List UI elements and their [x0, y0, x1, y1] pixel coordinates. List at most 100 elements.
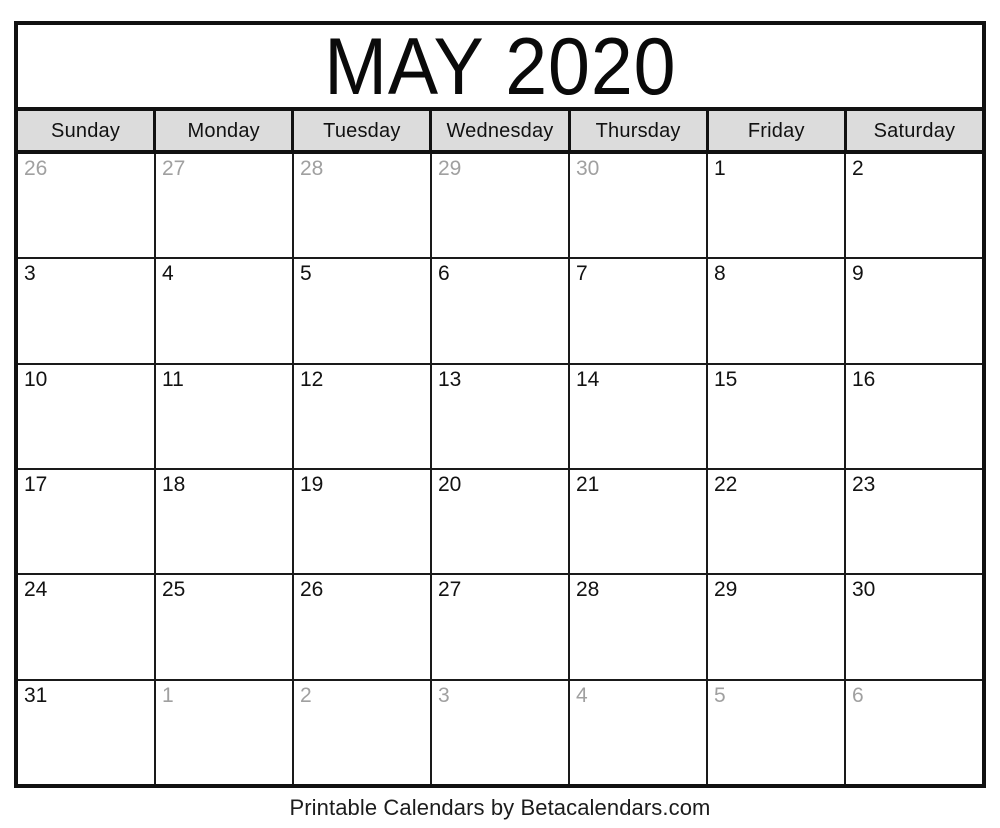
day-cell[interactable]: 25	[156, 575, 294, 679]
day-cell[interactable]: 19	[294, 469, 432, 574]
day-cell[interactable]: 4	[570, 680, 708, 784]
day-cell[interactable]: 4	[156, 259, 294, 363]
day-cell[interactable]: 17	[18, 469, 156, 574]
day-number: 12	[300, 367, 324, 391]
day-number: 9	[852, 262, 864, 286]
day-cell[interactable]: 29	[708, 575, 846, 679]
day-cell[interactable]: 13	[432, 364, 570, 468]
day-number: 22	[714, 472, 738, 496]
day-number: 20	[438, 472, 462, 496]
day-number: 5	[300, 262, 312, 286]
day-cell[interactable]: 1	[708, 154, 846, 258]
day-number: 27	[162, 157, 186, 180]
day-cell[interactable]: 22	[708, 469, 846, 574]
day-number: 14	[576, 367, 600, 391]
day-cell[interactable]: 6	[432, 259, 570, 363]
day-cell[interactable]: 6	[846, 680, 982, 784]
day-cell[interactable]: 10	[18, 364, 156, 468]
day-cell[interactable]: 28	[294, 154, 432, 258]
day-cell[interactable]: 27	[156, 154, 294, 258]
day-cell[interactable]: 20	[432, 469, 570, 574]
week-row: 17 18 19 20 21 22 23	[18, 469, 982, 576]
week-row: 10 11 12 13 14 15 16	[18, 364, 982, 470]
day-number: 29	[438, 157, 462, 180]
day-number: 8	[714, 262, 726, 286]
day-number: 6	[438, 262, 450, 286]
day-cell[interactable]: 3	[432, 680, 570, 784]
week-row: 31 1 2 3 4 5 6	[18, 680, 982, 784]
week-row: 3 4 5 6 7 8 9	[18, 259, 982, 365]
weekday-header-thursday: Thursday	[570, 111, 709, 150]
day-cell[interactable]: 29	[432, 154, 570, 258]
day-cell[interactable]: 8	[708, 259, 846, 363]
page-title: MAY 2020	[323, 25, 677, 111]
day-number: 28	[300, 157, 324, 180]
calendar-frame: MAY 2020 Sunday Monday Tuesday Wednesday Thu…	[14, 21, 986, 788]
day-cell[interactable]: 30	[846, 575, 982, 679]
day-number: 10	[24, 367, 48, 391]
week-row: 24 25 26 27 28 29 30	[18, 575, 982, 681]
week-row: 26 27 28 29 30 1 2	[18, 154, 982, 260]
footer-credit: Printable Calendars by Betacalendars.com	[289, 795, 711, 820]
day-cell[interactable]: 18	[156, 469, 294, 574]
day-cell[interactable]: 15	[708, 364, 846, 468]
day-cell[interactable]: 24	[18, 575, 156, 679]
day-cell[interactable]: 31	[18, 680, 156, 784]
day-number: 13	[438, 367, 462, 391]
weekday-header-row: Sunday Monday Tuesday Wednesday Thursday Frid…	[18, 111, 982, 154]
day-cell[interactable]: 14	[570, 364, 708, 468]
day-cell[interactable]: 2	[294, 680, 432, 784]
day-cell[interactable]: 26	[294, 575, 432, 679]
day-cell[interactable]: 28	[570, 575, 708, 679]
day-number: 2	[300, 683, 312, 707]
day-number: 3	[24, 262, 36, 286]
day-cell[interactable]: 23	[846, 469, 982, 574]
weekday-header-monday: Monday	[156, 111, 295, 150]
day-cell[interactable]: 5	[708, 680, 846, 784]
day-number: 23	[852, 472, 876, 496]
day-cell[interactable]: 12	[294, 364, 432, 468]
day-number: 5	[714, 683, 726, 707]
day-cell[interactable]: 16	[846, 364, 982, 468]
day-cell[interactable]: 11	[156, 364, 294, 468]
calendar-title-band: MAY 2020	[18, 25, 982, 111]
day-number: 17	[24, 472, 48, 496]
day-number: 25	[162, 578, 186, 602]
day-number: 16	[852, 367, 876, 391]
day-number: 15	[714, 367, 738, 391]
day-cell[interactable]: 3	[18, 259, 156, 363]
weekday-header-sunday: Sunday	[18, 111, 157, 150]
day-number: 30	[852, 578, 876, 602]
weekday-header-friday: Friday	[708, 111, 847, 150]
weekday-header-tuesday: Tuesday	[294, 111, 433, 150]
day-cell[interactable]: 9	[846, 259, 982, 363]
day-number: 26	[300, 578, 324, 602]
day-number: 21	[576, 472, 600, 496]
day-number: 30	[576, 157, 600, 180]
weekday-header-wednesday: Wednesday	[432, 111, 571, 150]
day-grid: 26 27 28 29 30 1 2 3 4 5 6 7 8 9 10 11 12 13 14 15 16 17 18 19 2…	[18, 154, 982, 784]
day-cell[interactable]: 30	[570, 154, 708, 258]
weekday-header-saturday: Saturday	[846, 111, 982, 150]
calendar-page: MAY 2020 Sunday Monday Tuesday Wednesday Thu…	[0, 0, 1000, 828]
day-number: 18	[162, 472, 186, 496]
day-number: 7	[576, 262, 588, 286]
day-number: 4	[162, 262, 174, 286]
day-cell[interactable]: 27	[432, 575, 570, 679]
day-number: 4	[576, 683, 588, 707]
day-number: 1	[162, 683, 174, 707]
day-number: 29	[714, 578, 738, 602]
day-cell[interactable]: 2	[846, 154, 982, 258]
day-cell[interactable]: 26	[18, 154, 156, 258]
day-cell[interactable]: 7	[570, 259, 708, 363]
day-number: 27	[438, 578, 462, 602]
day-cell[interactable]: 5	[294, 259, 432, 363]
day-number: 11	[162, 367, 184, 391]
day-number: 1	[714, 157, 726, 180]
day-number: 3	[438, 683, 450, 707]
day-number: 28	[576, 578, 600, 602]
day-cell[interactable]: 1	[156, 680, 294, 784]
day-number: 31	[24, 683, 48, 707]
day-cell[interactable]: 21	[570, 469, 708, 574]
day-number: 6	[852, 683, 864, 707]
